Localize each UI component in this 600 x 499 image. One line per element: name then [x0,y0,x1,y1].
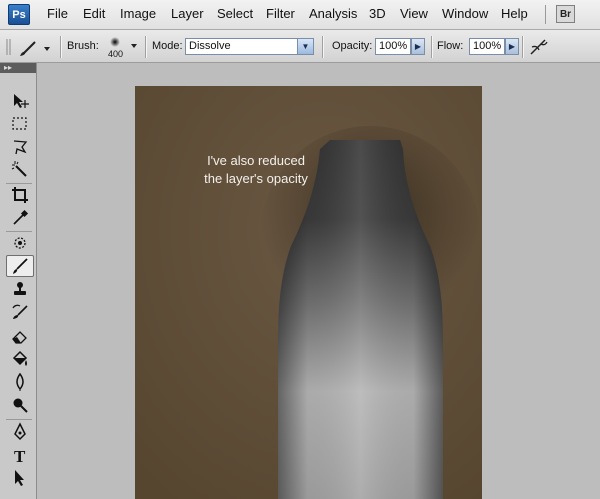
pen-tool-icon[interactable] [6,421,34,443]
brush-tool-icon[interactable] [6,255,34,277]
marquee-tool-icon[interactable] [6,113,34,135]
caption-line: I've also reduced [207,153,305,168]
history-brush-tool-icon[interactable] [6,302,34,324]
menu-select[interactable]: Select [217,6,253,21]
type-tool-icon[interactable]: T [6,444,34,466]
blur-tool-icon[interactable] [6,371,34,393]
menu-bar: Ps File Edit Image Layer Select Filter A… [0,0,600,30]
airbrush-toggle[interactable] [527,36,551,58]
flow-slider-arrow-icon[interactable]: ▶ [505,38,519,55]
opacity-label: Opacity: [332,40,373,52]
bridge-button[interactable]: Br [556,5,575,23]
svg-text:T: T [14,447,26,465]
options-separator [522,36,524,58]
menu-separator [545,5,546,24]
menu-view[interactable]: View [400,6,428,21]
dodge-tool-icon[interactable] [6,394,34,416]
toolbox-separator [6,419,32,420]
airbrush-icon [530,39,548,55]
lasso-tool-icon[interactable] [6,136,34,158]
toolbox: ▸▸ T [0,63,37,499]
menu-help[interactable]: Help [501,6,528,21]
menu-image[interactable]: Image [120,6,156,21]
options-bar: Brush: 400 Mode: Dissolve ▼ Opacity: 100… [0,30,600,63]
bottle-artwork [135,86,482,499]
mode-select[interactable]: Dissolve ▼ [185,38,314,55]
mode-label: Mode: [152,40,183,52]
menu-file[interactable]: File [47,6,68,21]
options-grip-icon [6,39,11,55]
opacity-slider-arrow-icon[interactable]: ▶ [411,38,425,55]
mode-value: Dissolve [189,40,231,52]
path-selection-tool-icon[interactable] [6,467,34,489]
options-separator [60,36,62,58]
menu-edit[interactable]: Edit [83,6,105,21]
brush-label: Brush: [67,40,99,52]
caption-line: the layer's opacity [204,171,308,186]
menu-window[interactable]: Window [442,6,488,21]
options-separator [145,36,147,58]
menu-layer[interactable]: Layer [171,6,204,21]
clone-stamp-tool-icon[interactable] [6,279,34,301]
paint-bucket-tool-icon[interactable] [6,348,34,370]
toolbox-collapse-icon[interactable]: ▸▸ [0,63,36,73]
spot-healing-tool-icon[interactable] [6,232,34,254]
eraser-tool-icon[interactable] [6,325,34,347]
brush-size-value: 400 [108,49,124,59]
brush-picker[interactable]: 400 [106,34,142,60]
photoshop-logo[interactable]: Ps [8,4,30,25]
options-separator [322,36,324,58]
eyedropper-tool-icon[interactable] [6,207,34,229]
options-separator [431,36,433,58]
crop-tool-icon[interactable] [6,184,34,206]
tool-preset-picker[interactable] [17,36,57,58]
flow-label: Flow: [437,40,464,52]
menu-filter[interactable]: Filter [266,6,295,21]
menu-3d[interactable]: 3D [369,6,386,21]
flow-input[interactable]: 100% [469,38,505,55]
opacity-input[interactable]: 100% [375,38,411,55]
brush-preset-icon [20,41,50,56]
document-canvas[interactable]: I've also reduced the layer's opacity [135,86,482,499]
magic-wand-tool-icon[interactable] [6,159,34,181]
move-tool-icon[interactable] [6,90,34,112]
chevron-down-icon[interactable]: ▼ [297,39,313,54]
menu-analysis[interactable]: Analysis [309,6,357,21]
canvas-caption: I've also reduced the layer's opacity [156,152,356,188]
